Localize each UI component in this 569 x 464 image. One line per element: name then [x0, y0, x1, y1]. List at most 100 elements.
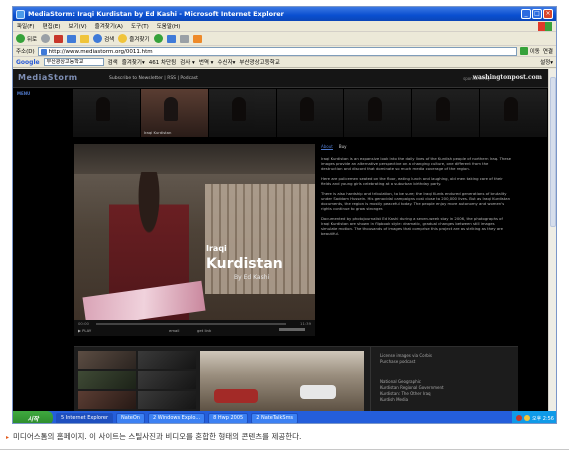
video-title-big: Kurdistan: [206, 256, 283, 272]
time-elapsed: 00:00: [78, 321, 89, 326]
time-total: 11:39: [300, 321, 311, 326]
tab-buy[interactable]: Buy: [339, 144, 347, 150]
maximize-button[interactable]: □: [532, 9, 542, 19]
related-links: License images via Corbis Purchase podca…: [380, 353, 444, 403]
story-thumbnail-active[interactable]: Iraqi Kurdistan: [140, 89, 208, 137]
home-icon[interactable]: [80, 34, 90, 43]
refresh-icon[interactable]: [67, 34, 77, 43]
mail-icon[interactable]: [166, 34, 176, 43]
mediastorm-logo[interactable]: MediaStorm: [18, 73, 78, 82]
grid-photo[interactable]: [138, 351, 196, 369]
play-button[interactable]: ▶ PLAY: [78, 328, 91, 333]
article-panel: About Buy Iraqi Kurdistan is an expansiv…: [321, 144, 511, 336]
story-thumbnail[interactable]: [480, 89, 548, 137]
lower-section: License images via Corbis Purchase podca…: [74, 346, 518, 411]
favorites-button[interactable]: 즐겨찾기: [118, 34, 150, 43]
browser-window: MediaStorm: Iraqi Kurdistan by Ed Kashi …: [12, 6, 557, 424]
taskbar-item[interactable]: NateOn: [116, 412, 145, 423]
email-button[interactable]: email: [169, 328, 179, 333]
get-link-button[interactable]: get link: [197, 328, 211, 333]
menu-edit[interactable]: 편집(E): [43, 22, 61, 30]
sponsor-brand[interactable]: washingtonpost.com: [473, 74, 542, 81]
video-player[interactable]: Iraqi Kurdistan By Ed Kashi 00:00 11:39 …: [74, 144, 315, 336]
article-paragraph: Here are policemen seated on the floor, …: [321, 176, 503, 186]
google-toolbar: Google 부산광상고등학교 검색 즐겨찾기▾ 461 차단됨 검사 ▾ 번역…: [13, 57, 556, 68]
taskbar-item[interactable]: 2 NateTalkSms: [251, 412, 299, 423]
caption-text: 미디어스톰의 홈페이지. 이 사이트는 스틸사진과 비디오를 혼합한 형태의 콘…: [13, 432, 302, 441]
taskbar: 시작 5 Internet Explorer NateOn 2 Windows …: [13, 411, 556, 423]
history-icon[interactable]: [153, 34, 163, 43]
link-kurdish-media[interactable]: Kurdish Media: [380, 397, 444, 403]
forward-icon[interactable]: [41, 34, 51, 43]
ie-icon: [16, 9, 25, 19]
grid-photo[interactable]: [138, 391, 196, 409]
story-thumbnail[interactable]: [73, 89, 140, 137]
vertical-scrollbar[interactable]: [548, 69, 556, 411]
story-thumbnail[interactable]: [344, 89, 412, 137]
story-thumbnail[interactable]: [412, 89, 480, 137]
search-icon: [93, 34, 103, 43]
google-item-favorites[interactable]: 즐겨찾기▾: [122, 58, 145, 66]
tab-about[interactable]: About: [321, 144, 333, 150]
video-byline: By Ed Kashi: [234, 274, 270, 281]
star-icon: [118, 34, 128, 43]
menu-bar: 파일(F) 편집(E) 보기(V) 즐겨찾기(A) 도구(T) 도움말(H): [13, 21, 556, 32]
menu-favorites[interactable]: 즐겨찾기(A): [95, 22, 123, 30]
menu-tools[interactable]: 도구(T): [131, 22, 149, 30]
progress-bar[interactable]: [96, 323, 286, 325]
grid-photo[interactable]: [78, 391, 136, 409]
back-button[interactable]: 뒤로: [16, 34, 37, 43]
site-header: MediaStorm Subscribe to Newsletter | RSS…: [13, 69, 550, 88]
site-menu[interactable]: MENU: [17, 91, 30, 96]
menu-file[interactable]: 파일(F): [17, 22, 35, 30]
windows-logo-icon: [538, 21, 552, 31]
article-paragraph: Documented by photojournalist Ed Kashi d…: [321, 216, 503, 236]
video-controls: 00:00 11:39 ▶ PLAY email get link: [74, 320, 315, 336]
article-tabs: About Buy: [321, 144, 511, 150]
folder-icon[interactable]: [192, 34, 202, 43]
top-links[interactable]: Subscribe to Newsletter | RSS | Podcast: [109, 76, 198, 81]
google-settings[interactable]: 설정▾: [540, 58, 553, 66]
close-button[interactable]: ×: [543, 9, 553, 19]
scroll-thumb[interactable]: [550, 77, 556, 227]
story-thumbnail[interactable]: [208, 89, 276, 137]
go-button[interactable]: 이동: [519, 47, 540, 55]
links-label[interactable]: 연결: [543, 47, 553, 55]
system-tray: 오후 2:56: [511, 411, 556, 423]
tray-icon[interactable]: [515, 415, 522, 421]
photo-grid: [78, 351, 196, 409]
bullet-triangle-icon: ▸: [6, 434, 10, 441]
google-item-blocked[interactable]: 461 차단됨: [149, 58, 176, 66]
window-title: MediaStorm: Iraqi Kurdistan by Ed Kashi …: [28, 10, 284, 18]
minimize-button[interactable]: _: [521, 9, 531, 19]
grid-photo[interactable]: [138, 371, 196, 389]
grid-photo[interactable]: [78, 351, 136, 369]
menu-help[interactable]: 도움말(H): [157, 22, 181, 30]
print-icon[interactable]: [179, 34, 189, 43]
go-arrow-icon: [519, 47, 528, 55]
article-paragraph: There is also hardship and tribulation, …: [321, 191, 511, 211]
search-button[interactable]: 검색: [93, 34, 114, 43]
menu-view[interactable]: 보기(V): [68, 22, 86, 30]
google-search-button[interactable]: 검색: [108, 58, 118, 66]
volume-slider[interactable]: [279, 328, 305, 331]
grid-photo[interactable]: [78, 371, 136, 389]
address-label: 주소(D): [16, 49, 35, 55]
article-paragraph: Iraqi Kurdistan is an expansive look int…: [321, 156, 511, 171]
address-input[interactable]: http://www.mediastorm.org/0011.htm: [37, 46, 517, 56]
story-thumbnail[interactable]: [276, 89, 344, 137]
street-photo[interactable]: [200, 351, 364, 411]
google-item-translate[interactable]: 번역 ▾: [199, 58, 214, 66]
taskbar-item[interactable]: 2 Windows Explo...: [147, 412, 206, 423]
google-item-check[interactable]: 검사 ▾: [180, 58, 195, 66]
tray-icon[interactable]: [523, 415, 530, 421]
google-search-input[interactable]: 부산광상고등학교: [43, 58, 104, 66]
taskbar-item[interactable]: 5 Internet Explorer: [56, 412, 114, 423]
video-title-small: Iraqi: [206, 244, 227, 253]
google-item-recipient[interactable]: 수신자▾: [217, 58, 235, 66]
google-item-school[interactable]: 부산광상고등학교: [239, 58, 279, 66]
stop-icon[interactable]: [54, 34, 64, 43]
caption-divider: [0, 449, 569, 450]
taskbar-item[interactable]: 8 Hwp 2005: [208, 412, 249, 423]
start-button[interactable]: 시작: [13, 411, 53, 423]
